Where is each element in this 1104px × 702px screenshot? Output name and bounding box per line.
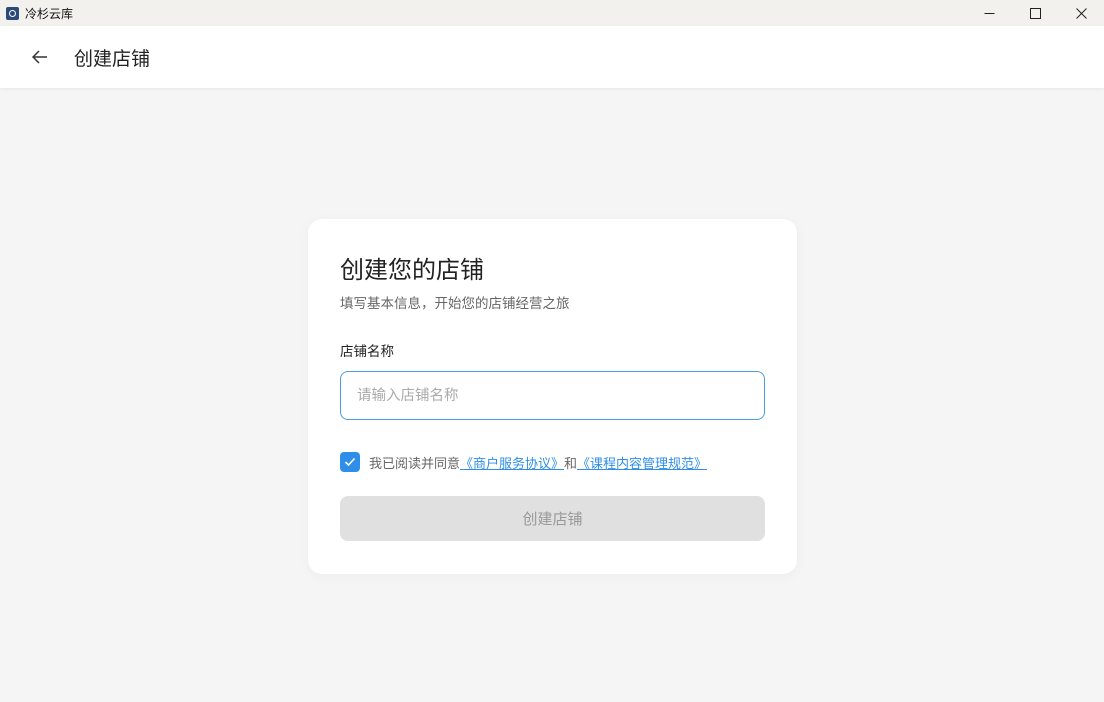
page-header: 创建店铺 [0, 26, 1104, 88]
maximize-icon [1029, 7, 1041, 19]
create-store-card: 创建您的店铺 填写基本信息，开始您的店铺经营之旅 店铺名称 我已阅读并同意《商户… [308, 219, 797, 574]
close-button[interactable] [1058, 0, 1104, 26]
window-controls [966, 0, 1104, 26]
card-title: 创建您的店铺 [340, 256, 484, 284]
create-store-button[interactable]: 创建店铺 [340, 496, 765, 541]
minimize-button[interactable] [966, 0, 1012, 26]
store-name-label: 店铺名称 [340, 344, 394, 360]
window-titlebar: 冷杉云库 [0, 0, 1104, 26]
arrow-left-icon [32, 50, 47, 64]
agreement-prefix: 我已阅读并同意 [369, 456, 461, 472]
check-icon [344, 457, 356, 467]
maximize-button[interactable] [1012, 0, 1058, 26]
store-name-input[interactable] [340, 371, 765, 420]
agreement-joiner: 和 [564, 456, 578, 472]
app-logo-icon [6, 6, 19, 20]
close-icon [1075, 7, 1087, 19]
merchant-agreement-link[interactable]: 《商户服务协议》 [460, 457, 564, 472]
page-title: 创建店铺 [74, 47, 151, 70]
minimize-icon [984, 12, 994, 14]
agreement-row: 我已阅读并同意《商户服务协议》和《课程内容管理规范》 [340, 452, 765, 472]
agreement-checkbox[interactable] [340, 452, 360, 472]
course-content-policy-link[interactable]: 《课程内容管理规范》 [577, 457, 707, 472]
card-subtitle: 填写基本信息，开始您的店铺经营之旅 [340, 296, 570, 312]
back-button[interactable] [28, 45, 52, 69]
agreement-text: 我已阅读并同意《商户服务协议》和《课程内容管理规范》 [369, 453, 707, 472]
app-title: 冷杉云库 [25, 6, 74, 21]
